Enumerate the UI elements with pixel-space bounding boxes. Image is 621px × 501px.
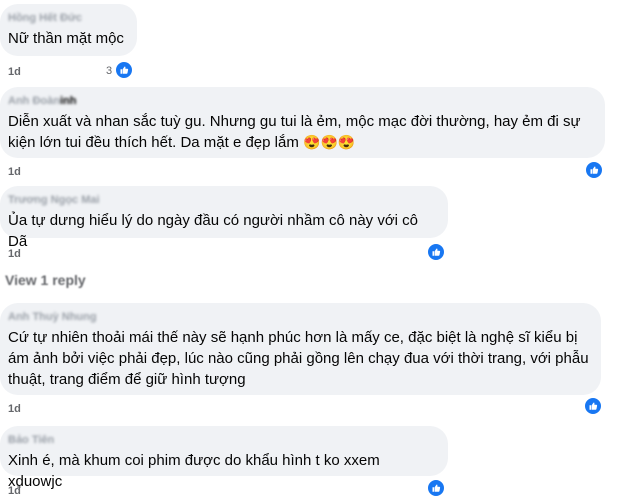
comment-text-line: kiện lớn tui đều thích hết. Da mặt e đẹp… — [8, 132, 593, 153]
comment-bubble: Anh Đoàninh Diễn xuất và nhan sắc tuỳ gu… — [0, 87, 605, 158]
comment-timestamp[interactable]: 1d — [8, 166, 21, 178]
comment-author[interactable]: Bảo Tiên — [8, 434, 436, 447]
comment-author[interactable]: Trương Ngọc Mai — [8, 194, 436, 207]
comment-timestamp[interactable]: 1đ — [8, 485, 21, 497]
view-replies-link[interactable]: View 1 reply — [5, 272, 86, 288]
comment-text-line: Diễn xuất và nhan sắc tuỳ gu. Nhưng gu t… — [8, 113, 581, 130]
comment-bubble: Trương Ngọc Mai Ủa tự dưng hiểu lý do ng… — [0, 186, 448, 250]
like-icon[interactable] — [584, 397, 602, 415]
comment-bubble: Anh Thuỳ Nhung Cứ tự nhiên thoải mái thế… — [0, 303, 601, 395]
comment-text: Nữ thần mặt mộc — [8, 30, 124, 47]
comment-text-line: Cứ tự nhiên thoải mái thế này sẽ hạnh ph… — [8, 329, 578, 346]
comment-author[interactable]: Anh Đoàninh — [8, 95, 593, 108]
comment-author-blurred: Anh Đoàn — [8, 95, 60, 107]
comment-timestamp[interactable]: 1d — [8, 248, 21, 260]
like-icon[interactable] — [427, 479, 445, 497]
comment-text-line: thuật, trang điểm để giữ hình tượng — [8, 371, 246, 388]
comment-bubble: Bảo Tiên Xinh é, mà khum coi phim được d… — [0, 426, 448, 490]
comment-text: Ủa tự dưng hiểu lý do ngày đầu có người … — [8, 212, 419, 250]
comment-author[interactable]: Hồng Hết Đức — [8, 12, 125, 25]
like-icon[interactable] — [115, 61, 133, 79]
comment-timestamp[interactable]: 1d — [8, 403, 21, 415]
like-icon[interactable] — [585, 161, 603, 179]
comment-text-part: kiện lớn tui đều thích hết. Da mặt e đẹp… — [8, 134, 299, 151]
heart-eyes-emoji: 😍😍😍 — [303, 134, 356, 150]
like-icon[interactable] — [427, 243, 445, 261]
comment-author[interactable]: Anh Thuỳ Nhung — [8, 311, 589, 324]
comment-text-line: ám ảnh bởi việc phải đẹp, lúc nào cũng p… — [8, 350, 589, 367]
comment-bubble: Hồng Hết Đức Nữ thần mặt mộc — [0, 4, 137, 56]
comment-text: Xinh é, mà khum coi phim được do khẩu hì… — [8, 452, 380, 490]
comment-timestamp[interactable]: 1d — [8, 66, 21, 78]
reaction-count[interactable]: 3 — [106, 65, 112, 77]
comment-author-tail: inh — [59, 95, 77, 107]
